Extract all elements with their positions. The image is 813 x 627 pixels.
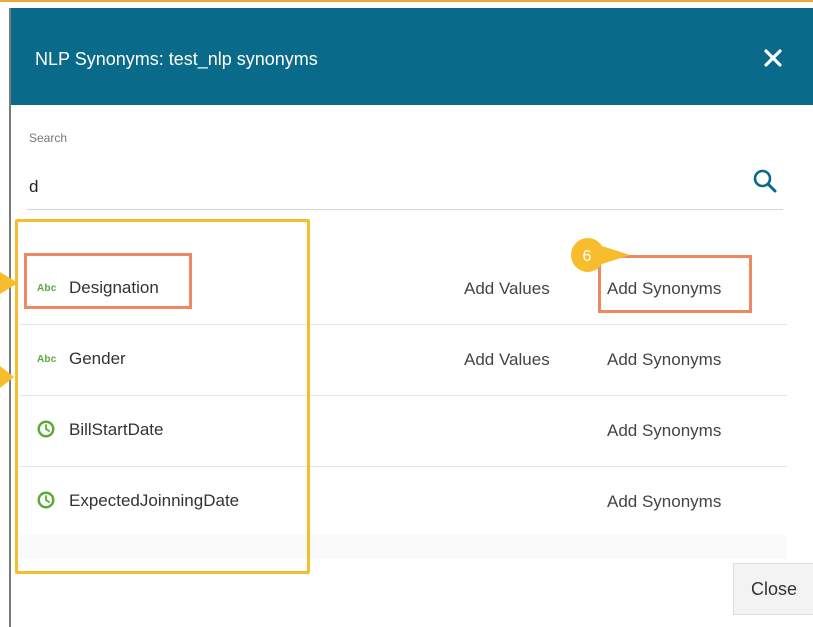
step-callout: 6 (571, 238, 630, 272)
add-synonyms-button[interactable]: Add Synonyms (607, 492, 721, 512)
add-synonyms-button[interactable]: Add Synonyms (607, 421, 721, 441)
search-underline (27, 209, 783, 210)
dialog-header: NLP Synonyms: test_nlp synonyms (11, 8, 813, 105)
dialog-title: NLP Synonyms: test_nlp synonyms (35, 49, 318, 69)
close-icon[interactable] (759, 44, 787, 72)
search-icon[interactable] (752, 168, 778, 194)
search-input[interactable] (27, 173, 731, 201)
add-synonyms-button[interactable]: Add Synonyms (607, 350, 721, 370)
top-accent-line (0, 0, 813, 2)
search-label: Search (29, 131, 68, 145)
add-values-button[interactable]: Add Values (464, 279, 550, 299)
step-number: 6 (583, 248, 592, 265)
highlight-box-designation (24, 253, 192, 309)
edge-marker (0, 366, 14, 388)
close-button[interactable]: Close (733, 563, 813, 615)
edge-marker (0, 272, 18, 294)
add-values-button[interactable]: Add Values (464, 350, 550, 370)
